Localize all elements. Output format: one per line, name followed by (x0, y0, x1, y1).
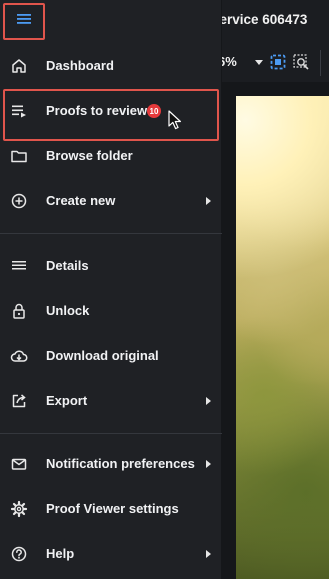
export-icon (10, 392, 28, 410)
chevron-right-icon (206, 460, 211, 468)
zoom-selection-icon[interactable] (293, 54, 310, 76)
menu-item-browse-folder[interactable]: Browse folder (0, 134, 222, 178)
menu-item-create-new[interactable]: Create new (0, 179, 222, 223)
notification-badge: 10 (147, 104, 161, 118)
menu-item-help[interactable]: Help (0, 532, 222, 576)
plus-circle-icon (10, 192, 28, 210)
menu-item-unlock[interactable]: Unlock (0, 289, 222, 333)
menu-item-export[interactable]: Export (0, 379, 222, 423)
lock-icon (10, 302, 28, 320)
menu-item-label: Proof Viewer settings (46, 501, 179, 516)
chevron-right-icon (206, 397, 211, 405)
menu-item-label: Download original (46, 348, 159, 363)
gear-icon (10, 500, 28, 518)
home-icon (10, 57, 28, 75)
chevron-right-icon (206, 550, 211, 558)
mail-icon (10, 455, 28, 473)
menu-item-proof-viewer-settings[interactable]: Proof Viewer settings (0, 487, 222, 531)
proof-image[interactable] (236, 96, 329, 579)
menu-item-details[interactable]: Details (0, 244, 222, 288)
proof-canvas[interactable] (222, 82, 329, 579)
folder-icon (10, 147, 28, 165)
navigation-drawer: Dashboard Proofs to review 10 Browse fol… (0, 0, 222, 579)
menu-item-notification-preferences[interactable]: Notification preferences (0, 442, 222, 486)
menu-item-download-original[interactable]: Download original (0, 334, 222, 378)
menu-item-label: Unlock (46, 303, 90, 318)
menu-toggle-button[interactable] (3, 3, 45, 40)
menu-item-label: Notification preferences (46, 456, 195, 471)
chevron-right-icon (206, 197, 211, 205)
menu-item-label: Help (46, 546, 75, 561)
cloud-download-icon (10, 347, 28, 365)
menu-item-dashboard[interactable]: Dashboard (0, 44, 222, 88)
help-circle-icon (10, 545, 28, 563)
hamburger-menu-icon (16, 12, 32, 31)
menu-item-label: Proofs to review (46, 103, 148, 118)
fit-to-screen-icon[interactable] (270, 54, 286, 75)
menu-item-label: Dashboard (46, 58, 114, 73)
toolbar-divider (320, 50, 321, 76)
menu-divider (0, 233, 222, 234)
mouse-cursor-icon (168, 110, 182, 135)
menu-item-proofs-to-review[interactable]: Proofs to review (0, 89, 222, 133)
details-lines-icon (10, 257, 28, 275)
menu-item-label: Create new (46, 193, 116, 208)
review-list-icon (10, 102, 28, 120)
menu-item-label: Details (46, 258, 89, 273)
menu-item-label: Export (46, 393, 88, 408)
zoom-dropdown-caret-icon[interactable] (255, 60, 263, 65)
menu-divider (0, 433, 222, 434)
menu-item-label: Browse folder (46, 148, 133, 163)
